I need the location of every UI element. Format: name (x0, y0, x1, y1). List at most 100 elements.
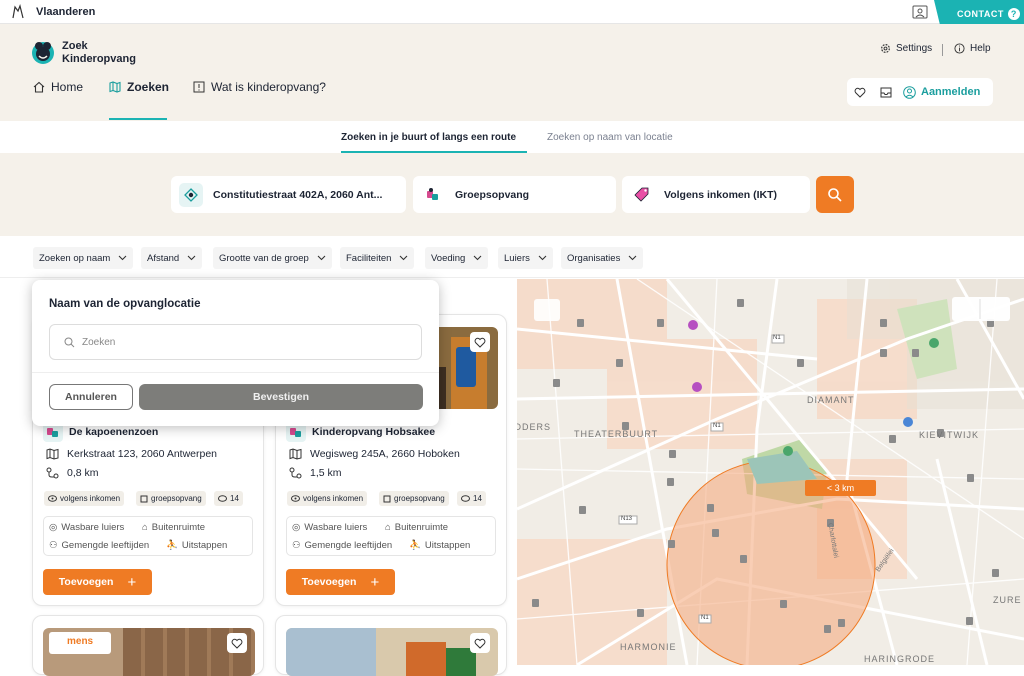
add-button[interactable]: Toevoegen + (286, 569, 395, 595)
heart-icon (474, 337, 486, 348)
filter-faciliteiten[interactable]: Faciliteiten (340, 247, 415, 269)
account-bar: Aanmelden (847, 78, 993, 106)
card-features: ◎ Wasbare luiers ⌂ Buitenruimte ⚇ Gemengde … (43, 516, 253, 556)
inbox-icon (880, 87, 892, 97)
tab-route[interactable]: Zoeken in je buurt of langs een route (341, 132, 516, 143)
settings-link[interactable]: Settings (880, 43, 932, 54)
feature-buitenruimte: ⌂ Buitenruimte (385, 522, 449, 533)
card-photo-logo: mens (49, 632, 111, 654)
map-canvas[interactable] (517, 279, 1024, 665)
nav-zoeken[interactable]: Zoeken (109, 80, 169, 94)
add-label: Toevoegen (58, 576, 114, 588)
map-layer-control[interactable] (952, 297, 1010, 321)
card-address: Kerkstraat 123, 2060 Antwerpen (46, 448, 217, 460)
filter-voeding[interactable]: Voeding (425, 247, 489, 269)
flanders-brand[interactable]: Vlaanderen (36, 6, 95, 18)
filter-label: Afstand (147, 252, 180, 264)
logo-line2: Kinderopvang (62, 53, 136, 65)
map-view[interactable]: DIAMANT THEATERBUURT KIEVITWIJK HARMONIE… (517, 279, 1024, 665)
map-label-kievitwijk: KIEVITWIJK (919, 430, 980, 440)
card-title[interactable]: De kapoenenzoen (69, 426, 158, 438)
building-icon (383, 495, 391, 502)
route-icon (46, 467, 59, 479)
filter-organisaties[interactable]: Organisaties (561, 247, 644, 269)
help-link[interactable]: Help (954, 43, 991, 54)
flanders-lion-icon[interactable] (10, 4, 26, 20)
nav-wat-is-label: Wat is kinderopvang? (211, 80, 326, 94)
nav-wat-is[interactable]: Wat is kinderopvang? (193, 80, 326, 94)
map-label-diamant: DIAMANT (807, 395, 855, 405)
filter-label: Organisaties (567, 252, 621, 264)
confirm-button[interactable]: Bevestigen (139, 384, 423, 410)
contact-label: CONTACT (957, 9, 1004, 19)
nav-active-indicator (109, 118, 167, 120)
tab-name[interactable]: Zoeken op naam van locatie (547, 132, 673, 143)
card-title[interactable]: Kinderopvang Hobsakee (312, 426, 435, 438)
result-card[interactable] (275, 615, 507, 676)
distance-text: 1,5 km (310, 467, 342, 479)
top-bar: Vlaanderen CONTACT? (0, 0, 1024, 25)
type-field[interactable]: Groepsopvang (413, 176, 616, 213)
favorites-button[interactable] (847, 78, 873, 106)
search-button[interactable] (816, 176, 854, 213)
address-value: Constitutiestraat 402A, 2060 Ant... (213, 188, 383, 201)
badge-label: volgens inkomen (303, 494, 364, 503)
inbox-button[interactable] (873, 78, 899, 106)
feature-label: Gemengde leeftijden (304, 540, 393, 551)
help-label: Help (970, 43, 991, 54)
search-mode-tabs: Zoeken in je buurt of langs een route Zo… (0, 121, 1024, 153)
filter-afstand[interactable]: Afstand (141, 247, 203, 269)
group-care-icon (421, 183, 445, 207)
chevron-down-icon (118, 255, 127, 261)
heart-icon (231, 638, 243, 649)
nav-zoeken-label: Zoeken (127, 80, 170, 94)
login-label: Aanmelden (921, 86, 981, 98)
cancel-button[interactable]: Annuleren (49, 384, 133, 410)
gear-icon (881, 44, 890, 53)
name-search-input[interactable]: Zoeken (49, 324, 422, 360)
feature-uitstappen: ⛹ Uitstappen (166, 540, 228, 551)
address-field[interactable]: Constitutiestraat 402A, 2060 Ant... (171, 176, 406, 213)
location-icon (179, 182, 203, 207)
eye-icon (461, 495, 470, 502)
plus-icon: + (370, 573, 380, 591)
login-button[interactable]: Aanmelden (903, 85, 981, 99)
contact-button[interactable]: CONTACT? (934, 0, 1024, 25)
name-search-placeholder: Zoeken (82, 336, 116, 348)
badge-capacity: 14 (457, 491, 486, 506)
map-zoom-control[interactable] (534, 299, 560, 321)
nav-home[interactable]: Home (33, 80, 83, 94)
filter-grootte[interactable]: Grootte van de groep (213, 247, 332, 269)
chevron-down-icon (628, 255, 637, 261)
price-tag-icon (630, 183, 654, 207)
filter-label: Zoeken op naam (39, 252, 111, 264)
filter-luiers[interactable]: Luiers (498, 247, 553, 269)
logo-text[interactable]: Zoek Kinderopvang (62, 40, 136, 66)
id-card-icon[interactable] (912, 5, 928, 19)
eye-icon (48, 495, 57, 502)
filter-label: Faciliteiten (346, 252, 392, 264)
result-card[interactable]: mens (32, 615, 264, 676)
chevron-down-icon (538, 255, 547, 261)
price-field[interactable]: Volgens inkomen (IKT) (622, 176, 810, 213)
search-icon (64, 337, 75, 347)
badge-type: groepsopvang (136, 491, 206, 506)
favorite-button[interactable] (470, 332, 490, 352)
favorite-button[interactable] (227, 633, 247, 653)
heart-icon (474, 638, 486, 649)
filter-zoeken-op-naam[interactable]: Zoeken op naam (33, 247, 134, 269)
chevron-down-icon (187, 255, 196, 261)
add-label: Toevoegen (301, 576, 357, 588)
logo-line1: Zoek (62, 40, 88, 52)
card-features: ◎ Wasbare luiers ⌂ Buitenruimte ⚇ Gemengde … (286, 516, 496, 556)
card-photo: mens (43, 628, 255, 676)
heart-icon (854, 87, 866, 98)
feature-gemengde-leeftijden: ⚇ Gemengde leeftijden (49, 540, 150, 551)
map-label-ridders: RIDDERS (517, 422, 551, 432)
road-label-n1-c: N1 (701, 615, 709, 621)
feature-label: Uitstappen (181, 540, 228, 551)
favorite-button[interactable] (470, 633, 490, 653)
zoek-kinderopvang-logo-icon[interactable] (30, 39, 56, 65)
add-button[interactable]: Toevoegen + (43, 569, 152, 595)
map-icon (289, 448, 302, 460)
